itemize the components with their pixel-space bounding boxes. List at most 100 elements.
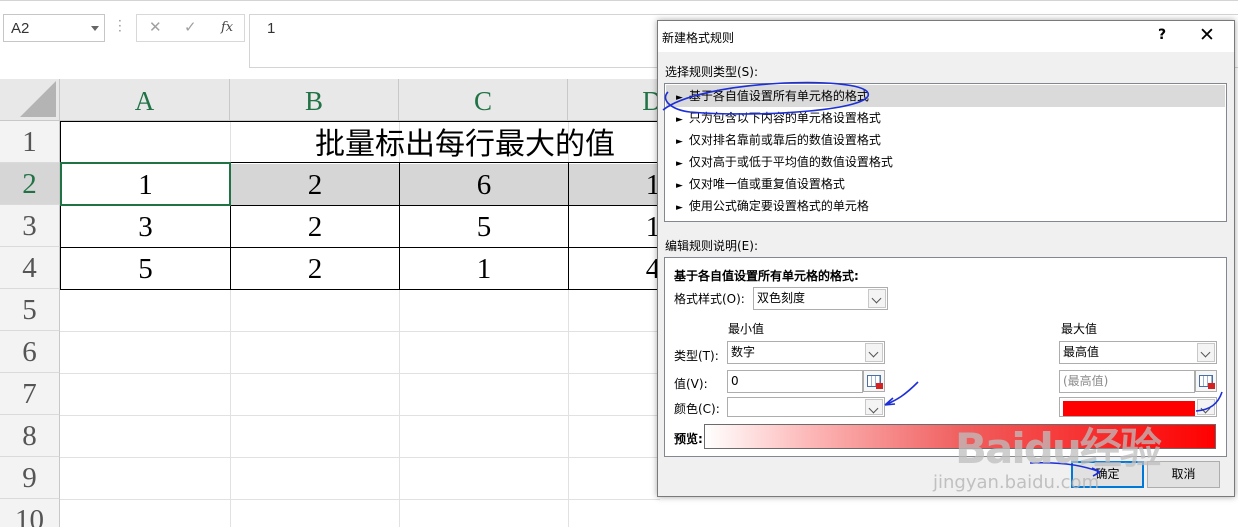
triangle-right-icon: ► (676, 137, 683, 147)
rule-type-label-text: 使用公式确定要设置格式的单元格 (688, 199, 869, 213)
max-color-swatch (1063, 401, 1195, 416)
dialog-titlebar[interactable]: 新建格式规则 ? ✕ (658, 21, 1234, 52)
cell-a3[interactable]: 3 (61, 206, 230, 247)
column-header-a[interactable]: A (60, 79, 230, 121)
insert-function-icon[interactable]: fx (221, 20, 233, 35)
cell-a4[interactable]: 5 (61, 248, 230, 289)
gridline (60, 457, 660, 458)
enter-icon[interactable]: ✓ (184, 18, 197, 36)
rule-type-item[interactable]: ► 仅对排名靠前或靠后的数值设置格式 (666, 129, 1225, 151)
min-value: 0 (731, 374, 739, 388)
triangle-right-icon: ► (676, 159, 683, 169)
rule-type-item[interactable]: ► 使用公式确定要设置格式的单元格 (666, 195, 1225, 217)
row-header-6[interactable]: 6 (0, 331, 60, 373)
rule-type-label-text: 仅对高于或低于平均值的数值设置格式 (688, 155, 893, 169)
row-header-10[interactable]: 10 (0, 499, 60, 527)
max-type-select[interactable]: 最高值 (1059, 341, 1217, 364)
table-border (568, 162, 569, 290)
formula-value: 1 (267, 20, 276, 37)
top-border (0, 0, 1238, 1)
chevron-down-icon[interactable] (865, 399, 883, 415)
row-header-1[interactable]: 1 (0, 121, 60, 163)
min-color-picker[interactable] (727, 397, 885, 417)
edit-heading: 基于各自值设置所有单元格的格式: (674, 269, 859, 283)
row-header-8[interactable]: 8 (0, 415, 60, 457)
rule-type-item[interactable]: ► 仅对高于或低于平均值的数值设置格式 (666, 151, 1225, 173)
watermark-url: jingyan.baidu.com (933, 472, 1100, 493)
rule-type-label: 选择规则类型(S): (665, 65, 759, 79)
rule-type-list[interactable]: ► 基于各自值设置所有单元格的格式 ► 只为包含以下内容的单元格设置格式 ► 仅对排名… (664, 83, 1227, 222)
value-label: 值(V): (674, 377, 708, 391)
min-header: 最小值 (728, 322, 765, 336)
max-value-input[interactable]: (最高值) (1059, 370, 1195, 393)
preview-label: 预览: (674, 432, 703, 446)
row-header-2[interactable]: 2 (0, 163, 60, 205)
triangle-right-icon: ► (676, 115, 683, 125)
baidu-watermark: Baidu经验 (955, 424, 1162, 473)
format-style-label: 格式样式(O): (674, 292, 745, 306)
row-header-3[interactable]: 3 (0, 205, 60, 247)
max-header: 最大值 (1061, 322, 1098, 336)
select-all-button[interactable] (0, 79, 60, 121)
rule-type-item[interactable]: ► 仅对唯一值或重复值设置格式 (666, 173, 1225, 195)
format-style-value: 双色刻度 (757, 291, 806, 305)
gridline (60, 331, 660, 332)
select-all-triangle-icon (20, 81, 56, 117)
column-header-c[interactable]: C (399, 79, 568, 121)
column-header-b[interactable]: B (230, 79, 399, 121)
rule-type-label-text: 仅对唯一值或重复值设置格式 (688, 177, 845, 191)
cell-c4[interactable]: 1 (400, 248, 568, 289)
cell-b2[interactable]: 2 (231, 164, 399, 205)
table-border (60, 247, 660, 248)
cell-b3[interactable]: 2 (231, 206, 399, 247)
chevron-down-icon[interactable] (1197, 399, 1215, 415)
min-type-value: 数字 (731, 345, 756, 359)
cancel-icon[interactable]: ✕ (149, 18, 162, 36)
triangle-right-icon: ► (676, 93, 683, 103)
row-header-9[interactable]: 9 (0, 457, 60, 499)
color-label: 颜色(C): (674, 402, 720, 416)
range-select-icon (1199, 375, 1215, 389)
chevron-down-icon[interactable] (1197, 343, 1215, 362)
rule-type-item[interactable]: ► 只为包含以下内容的单元格设置格式 (666, 107, 1225, 129)
rule-type-label-text: 只为包含以下内容的单元格设置格式 (688, 111, 881, 125)
cell-b4[interactable]: 2 (231, 248, 399, 289)
triangle-right-icon: ► (676, 203, 683, 213)
rule-type-label-text: 仅对排名靠前或靠后的数值设置格式 (688, 133, 881, 147)
row-header-7[interactable]: 7 (0, 373, 60, 415)
table-border (399, 162, 400, 290)
cell-a1-merged[interactable]: 批量标出每行最大的值 (61, 122, 658, 162)
triangle-right-icon: ► (676, 181, 683, 191)
name-box[interactable]: A2 (3, 14, 105, 42)
max-value-placeholder: (最高值) (1063, 374, 1109, 388)
rule-type-label-text: 基于各自值设置所有单元格的格式 (688, 89, 869, 103)
min-value-input[interactable]: 0 (727, 370, 863, 393)
edit-rule-label: 编辑规则说明(E): (665, 239, 758, 253)
rule-type-item[interactable]: ► 基于各自值设置所有单元格的格式 (666, 85, 1225, 107)
formula-buttons: ✕ ✓ fx (136, 14, 245, 42)
dialog-title: 新建格式规则 (662, 31, 735, 45)
collapse-dialog-button[interactable] (863, 370, 885, 392)
gridline (60, 415, 660, 416)
cell-c2[interactable]: 6 (400, 164, 568, 205)
close-icon[interactable]: ✕ (1199, 24, 1215, 46)
cell-c3[interactable]: 5 (400, 206, 568, 247)
type-label: 类型(T): (674, 349, 719, 363)
gridline (60, 373, 660, 374)
collapse-dialog-button[interactable] (1195, 370, 1217, 392)
chevron-down-icon[interactable] (865, 343, 883, 362)
active-cell-outline (60, 162, 231, 206)
sheet-title: 批量标出每行最大的值 (315, 128, 615, 161)
gridline (60, 499, 660, 500)
more-dots-icon[interactable]: · · · (118, 15, 122, 37)
row-header-5[interactable]: 5 (0, 289, 60, 331)
max-color-picker[interactable] (1059, 397, 1217, 417)
chevron-down-icon[interactable] (91, 26, 99, 31)
chevron-down-icon[interactable] (868, 289, 886, 308)
max-type-value: 最高值 (1063, 345, 1100, 359)
min-type-select[interactable]: 数字 (727, 341, 885, 364)
table-border (60, 289, 660, 290)
format-style-select[interactable]: 双色刻度 (753, 287, 888, 310)
row-header-4[interactable]: 4 (0, 247, 60, 289)
help-icon[interactable]: ? (1158, 27, 1166, 43)
